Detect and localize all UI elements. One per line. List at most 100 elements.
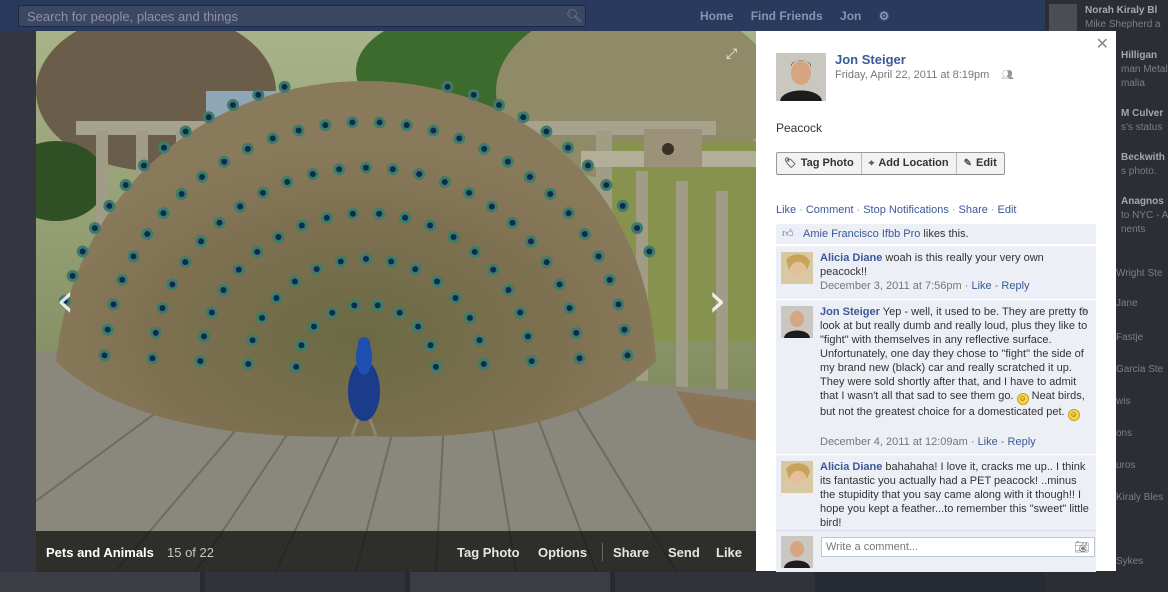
options-button[interactable]: Options xyxy=(538,545,587,560)
likes-suffix: likes this. xyxy=(920,228,969,240)
edit-link[interactable]: Edit xyxy=(998,204,1017,216)
avatar[interactable] xyxy=(781,461,813,493)
ticker-item[interactable]: Norah Kiraly Bl xyxy=(1085,5,1168,16)
smiley-emoticon-icon: ☺ xyxy=(1016,393,1029,405)
tag-photo-button[interactable]: Tag Photo xyxy=(457,545,520,560)
avatar[interactable] xyxy=(781,252,813,284)
bg-tile xyxy=(0,32,36,572)
comment-timestamp[interactable]: December 4, 2011 at 12:09am xyxy=(820,436,968,448)
peacock-photo xyxy=(36,31,756,571)
comment-meta: December 3, 2011 at 7:56pm · Like - Repl… xyxy=(820,280,1030,292)
comment-meta: December 4, 2011 at 12:09am · Like - Rep… xyxy=(820,436,1036,448)
chat-item[interactable]: uros xyxy=(1116,460,1168,471)
comment-text: Alicia Diane woah is this really your ve… xyxy=(820,251,1090,279)
comment-item: ✎ Jon Steiger Yep - well, it used to be.… xyxy=(776,299,1096,454)
add-location-button[interactable]: ⌖ Add Location xyxy=(862,153,957,174)
share-button[interactable]: Share xyxy=(613,545,649,560)
photo-stage[interactable]: ⤢ ‹ › Pets and Animals 15 of 22 Tag Phot… xyxy=(36,31,756,571)
photo-action-bar: Pets and Animals 15 of 22 Tag Photo Opti… xyxy=(36,531,756,571)
button-label: Add Location xyxy=(878,157,949,169)
ticker-item-text: nents xyxy=(1121,224,1146,235)
chat-item[interactable]: Jane xyxy=(1116,298,1168,309)
chat-item[interactable]: Garcia Ste xyxy=(1116,364,1168,375)
comment-body: Yep - well, it used to be. They are pret… xyxy=(820,306,1089,402)
likes-text: Amie Francisco Ifbb Pro likes this. xyxy=(803,228,969,240)
avatar xyxy=(781,536,813,568)
commenter-name-link[interactable]: Jon Steiger xyxy=(820,306,880,318)
location-pin-icon: ⌖ xyxy=(868,158,875,169)
comment-link[interactable]: Comment xyxy=(806,204,854,216)
chat-item[interactable]: Wright Ste xyxy=(1116,268,1168,279)
photo-count: 15 of 22 xyxy=(167,545,214,560)
gear-icon[interactable]: ⚙ xyxy=(879,9,890,23)
post-timestamp[interactable]: Friday, April 22, 2011 at 8:19pm xyxy=(835,69,989,81)
ticker-item-text: s's status xyxy=(1121,122,1163,133)
share-link[interactable]: Share xyxy=(959,204,988,216)
comment-timestamp[interactable]: December 3, 2011 at 7:56pm xyxy=(820,280,962,292)
close-icon[interactable]: ✕ xyxy=(1096,34,1109,54)
album-name-link[interactable]: Pets and Animals xyxy=(46,545,154,560)
avatar xyxy=(1049,4,1077,32)
bg-tile xyxy=(410,572,610,592)
ticker-item[interactable]: Hilligan xyxy=(1121,50,1168,61)
tag-icon: 🏷︎ xyxy=(784,158,797,169)
write-comment-input[interactable] xyxy=(821,537,1095,557)
ticker-item-text: to NYC - A xyxy=(1121,210,1168,221)
photo-caption: Peacock xyxy=(776,121,823,135)
ticker-item[interactable]: Anagnos xyxy=(1121,196,1168,207)
ticker-item-text: Mike Shepherd a xyxy=(1085,19,1161,30)
nav-home[interactable]: Home xyxy=(700,9,733,23)
chat-item[interactable]: wis xyxy=(1116,396,1168,407)
top-bar: Search for people, places and things 🔍︎ … xyxy=(0,0,1045,32)
comment-text: Jon Steiger Yep - well, it used to be. T… xyxy=(820,305,1090,421)
chat-item[interactable]: Sykes xyxy=(1116,556,1168,567)
pencil-icon: ✎ xyxy=(963,158,972,169)
button-label: Tag Photo xyxy=(800,157,854,169)
nav-find-friends[interactable]: Find Friends xyxy=(751,9,823,23)
like-link[interactable]: Like xyxy=(776,204,796,216)
send-button[interactable]: Send xyxy=(668,545,700,560)
audience-friends-icon[interactable]: 👥︎ xyxy=(1001,70,1014,81)
comment-item: Alicia Diane woah is this really your ve… xyxy=(776,245,1096,299)
bg-tile xyxy=(0,572,200,592)
stop-notifications-link[interactable]: Stop Notifications xyxy=(863,204,949,216)
comment-reply-link[interactable]: Reply xyxy=(1001,280,1029,292)
chat-item[interactable]: ons xyxy=(1116,428,1168,439)
ticker-item-text: s photo. xyxy=(1121,166,1157,177)
comment-like-link[interactable]: Like xyxy=(971,280,991,292)
edit-button[interactable]: ✎ Edit xyxy=(957,153,1004,174)
comment-item: Alicia Diane bahahaha! I love it, cracks… xyxy=(776,454,1096,531)
search-input[interactable]: Search for people, places and things xyxy=(18,5,586,27)
avatar[interactable] xyxy=(781,306,813,338)
write-comment-row: 📷︎ xyxy=(776,530,1096,572)
chat-item[interactable]: Fastje xyxy=(1116,332,1168,343)
ticker-item[interactable]: M Culver xyxy=(1121,108,1168,119)
likes-summary: 👍︎ Amie Francisco Ifbb Pro likes this. xyxy=(776,224,1096,244)
comment-text: Alicia Diane bahahaha! I love it, cracks… xyxy=(820,460,1090,530)
commenter-name-link[interactable]: Alicia Diane xyxy=(820,252,882,264)
smiley-emoticon-icon: ☺ xyxy=(1067,409,1080,421)
search-icon[interactable]: 🔍︎ xyxy=(566,8,583,24)
ticker-item-text: man Metal xyxy=(1121,64,1168,75)
expand-icon[interactable]: ⤢ xyxy=(726,45,737,62)
ticker-item[interactable]: Beckwith xyxy=(1121,152,1168,163)
top-nav: Home Find Friends Jon ⚙ xyxy=(700,9,903,23)
author-name-link[interactable]: Jon Steiger xyxy=(835,52,906,67)
comment-like-link[interactable]: Like xyxy=(978,436,998,448)
chat-item[interactable]: Kiraly Bles xyxy=(1116,492,1168,503)
tag-photo-panel-button[interactable]: 🏷︎ Tag Photo xyxy=(777,153,862,174)
bg-tile xyxy=(615,572,815,592)
nav-profile[interactable]: Jon xyxy=(840,9,861,23)
next-photo-arrow[interactable]: › xyxy=(708,277,726,323)
divider xyxy=(602,543,603,561)
button-label: Edit xyxy=(975,157,997,169)
liker-name-link[interactable]: Amie Francisco Ifbb Pro xyxy=(803,228,920,240)
previous-photo-arrow[interactable]: ‹ xyxy=(56,277,74,323)
bg-tile xyxy=(205,572,405,592)
avatar[interactable] xyxy=(776,53,826,101)
comment-reply-link[interactable]: Reply xyxy=(1008,436,1036,448)
photo-edit-button-group: 🏷︎ Tag Photo ⌖ Add Location ✎ Edit xyxy=(776,152,1005,175)
like-button[interactable]: Like xyxy=(716,545,742,560)
commenter-name-link[interactable]: Alicia Diane xyxy=(820,461,882,473)
camera-icon[interactable]: 📷︎ xyxy=(1074,540,1089,554)
